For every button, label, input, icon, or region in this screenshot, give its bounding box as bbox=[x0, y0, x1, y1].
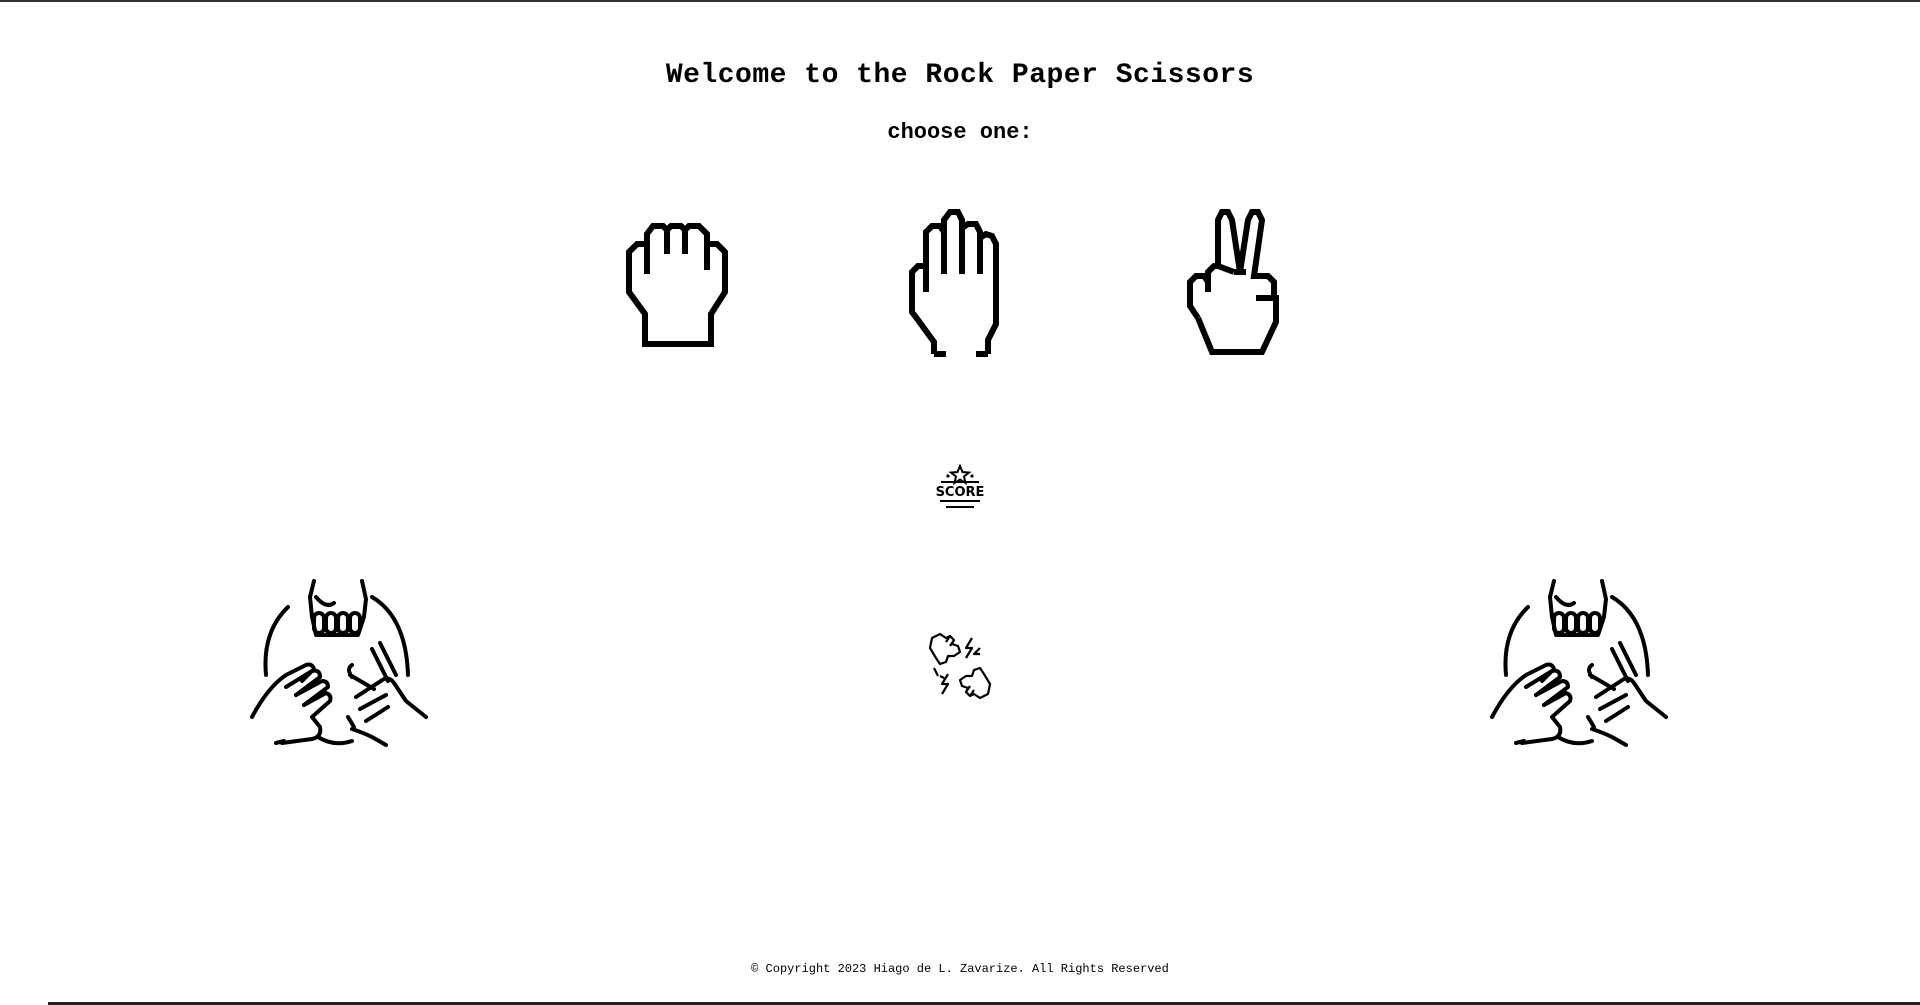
scissors-button[interactable] bbox=[1184, 202, 1294, 362]
score-label: SCORE bbox=[936, 485, 985, 500]
paper-hand-icon bbox=[909, 209, 999, 357]
paper-button[interactable] bbox=[904, 202, 1014, 362]
score-icon: SCORE bbox=[934, 463, 986, 512]
rock-button[interactable] bbox=[625, 202, 735, 362]
footer-copyright: © Copyright 2023 Hiago de L. Zavarize. A… bbox=[751, 962, 1169, 976]
player-right-rps-icon bbox=[1488, 577, 1674, 752]
page-title: Welcome to the Rock Paper Scissors bbox=[665, 60, 1255, 91]
rock-hand-icon bbox=[626, 223, 728, 347]
choose-prompt: choose one: bbox=[887, 120, 1033, 145]
player-left-rps-icon bbox=[248, 577, 434, 752]
fist-bump-versus-icon bbox=[926, 632, 994, 700]
scissors-hand-icon bbox=[1187, 209, 1279, 355]
game-page: Welcome to the Rock Paper Scissors choos… bbox=[0, 0, 1920, 1005]
